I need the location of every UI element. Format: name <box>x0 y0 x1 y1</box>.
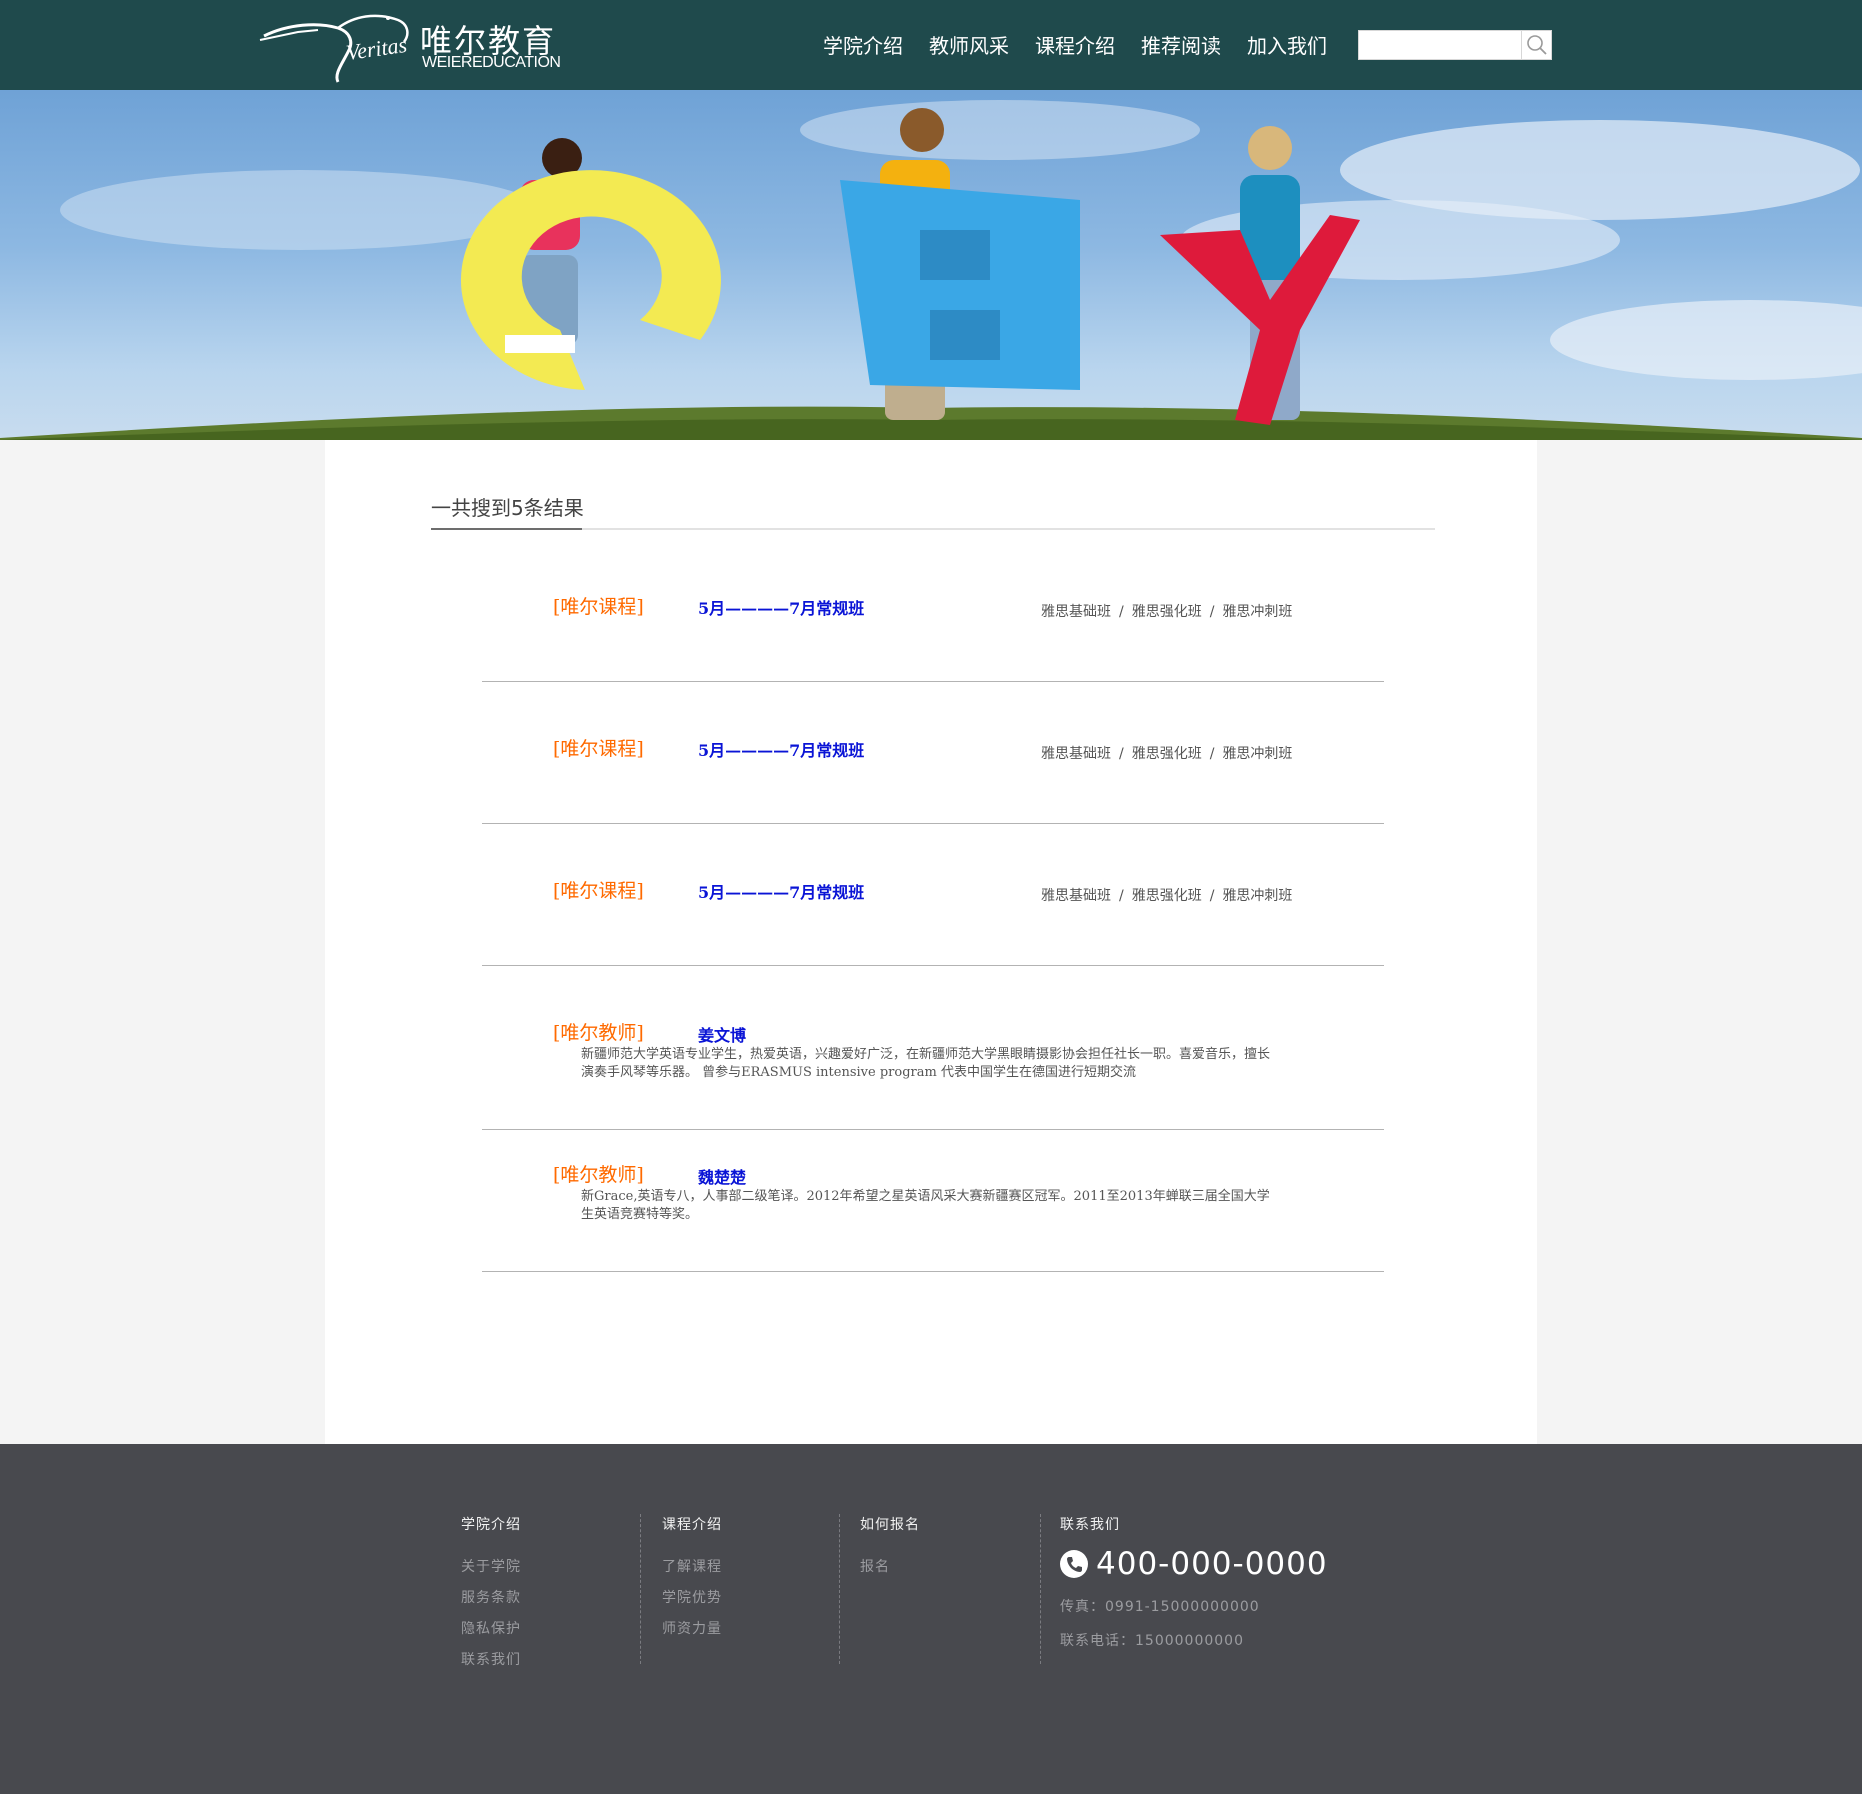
sub-link[interactable]: 雅思冲刺班 <box>1222 604 1292 620</box>
footer-link[interactable]: 联系我们 <box>461 1645 521 1676</box>
footer-link[interactable]: 了解课程 <box>662 1552 722 1583</box>
footer-col-title: 课程介绍 <box>662 1517 722 1533</box>
result-subcategories: 雅思基础班 / 雅思强化班 / 雅思冲刺班 <box>1041 746 1293 762</box>
logo-english-name: WEIEREDUCATION <box>422 54 561 71</box>
nav-item-college[interactable]: 学院介绍 <box>823 30 903 59</box>
result-tag: [唯尔课程] <box>553 738 644 760</box>
result-divider <box>482 1271 1384 1272</box>
footer-divider <box>839 1514 840 1664</box>
footer-phone: 400-000-0000 <box>1060 1546 1328 1582</box>
result-title-link[interactable]: 5月————7月常规班 <box>698 595 864 619</box>
result-title-link[interactable]: 姜文博 <box>698 1022 746 1046</box>
site-header: Veritas 唯尔教育 WEIEREDUCATION 学院介绍 教师风采 课程… <box>0 0 1862 90</box>
phone-number: 400-000-0000 <box>1096 1546 1328 1582</box>
result-divider <box>482 823 1384 824</box>
result-subcategories: 雅思基础班 / 雅思强化班 / 雅思冲刺班 <box>1041 888 1293 904</box>
sub-link[interactable]: 雅思冲刺班 <box>1222 888 1292 904</box>
footer-col-title: 联系我们 <box>1060 1517 1120 1533</box>
search-button[interactable] <box>1521 31 1551 59</box>
phone-icon <box>1060 1550 1088 1578</box>
hero-banner <box>0 90 1862 440</box>
footer-col-college: 学院介绍 关于学院 服务条款 隐私保护 联系我们 <box>461 1514 521 1676</box>
result-tag: [唯尔教师] <box>553 1164 644 1186</box>
search-icon <box>1526 35 1547 55</box>
footer-col-enroll: 如何报名 报名 <box>860 1514 920 1583</box>
contact-phone: 联系电话：15000000000 <box>1060 1633 1244 1649</box>
footer-link[interactable]: 服务条款 <box>461 1583 521 1614</box>
footer-divider <box>1040 1514 1041 1664</box>
search-results-panel: 一共搜到5条结果 [唯尔课程] 5月————7月常规班 雅思基础班 / 雅思强化班 /… <box>325 440 1537 1444</box>
nav-item-teachers[interactable]: 教师风采 <box>929 30 1009 59</box>
site-footer: 学院介绍 关于学院 服务条款 隐私保护 联系我们 课程介绍 了解课程 学院优势 … <box>0 1444 1862 1794</box>
search-input[interactable] <box>1359 31 1523 59</box>
result-subcategories: 雅思基础班 / 雅思强化班 / 雅思冲刺班 <box>1041 604 1293 620</box>
teacher-description: 新疆师范大学英语专业学生，热爱英语，兴趣爱好广泛，在新疆师范大学黑眼睛摄影协会担… <box>581 1047 1271 1080</box>
sub-link[interactable]: 雅思冲刺班 <box>1222 746 1292 762</box>
search-box <box>1358 30 1552 60</box>
sub-link[interactable]: 雅思强化班 <box>1132 888 1202 904</box>
fax-number: 传真：0991-15000000000 <box>1060 1599 1260 1615</box>
result-title-link[interactable]: 5月————7月常规班 <box>698 737 864 761</box>
sub-link[interactable]: 雅思强化班 <box>1132 746 1202 762</box>
title-underline <box>431 528 582 530</box>
sub-link[interactable]: 雅思基础班 <box>1041 888 1111 904</box>
result-count: 一共搜到5条结果 <box>431 496 584 520</box>
result-title-link[interactable]: 魏楚楚 <box>698 1164 746 1188</box>
sub-link[interactable]: 雅思基础班 <box>1041 746 1111 762</box>
nav-item-reading[interactable]: 推荐阅读 <box>1141 30 1221 59</box>
result-tag: [唯尔教师] <box>553 1022 644 1044</box>
footer-col-title: 学院介绍 <box>461 1517 521 1533</box>
result-tag: [唯尔课程] <box>553 880 644 902</box>
sub-link[interactable]: 雅思基础班 <box>1041 604 1111 620</box>
footer-col-courses: 课程介绍 了解课程 学院优势 师资力量 <box>662 1514 722 1645</box>
footer-link[interactable]: 关于学院 <box>461 1552 521 1583</box>
footer-link[interactable]: 师资力量 <box>662 1614 722 1645</box>
teacher-description: 新Grace,英语专八，人事部二级笔译。2012年希望之星英语风采大赛新疆赛区冠… <box>581 1189 1270 1222</box>
nav-item-courses[interactable]: 课程介绍 <box>1035 30 1115 59</box>
site-logo[interactable]: Veritas 唯尔教育 WEIEREDUCATION <box>258 6 561 86</box>
result-divider <box>482 965 1384 966</box>
sub-link[interactable]: 雅思强化班 <box>1132 604 1202 620</box>
footer-link[interactable]: 学院优势 <box>662 1583 722 1614</box>
footer-divider <box>640 1514 641 1664</box>
result-tag: [唯尔课程] <box>553 596 644 618</box>
footer-link[interactable]: 报名 <box>860 1552 920 1583</box>
result-divider <box>482 1129 1384 1130</box>
footer-col-title: 如何报名 <box>860 1517 920 1533</box>
result-title-link[interactable]: 5月————7月常规班 <box>698 879 864 903</box>
main-nav: 学院介绍 教师风采 课程介绍 推荐阅读 加入我们 <box>823 30 1353 59</box>
banner-image <box>0 100 1862 440</box>
result-divider <box>482 681 1384 682</box>
footer-link[interactable]: 隐私保护 <box>461 1614 521 1645</box>
nav-item-join[interactable]: 加入我们 <box>1247 30 1327 59</box>
